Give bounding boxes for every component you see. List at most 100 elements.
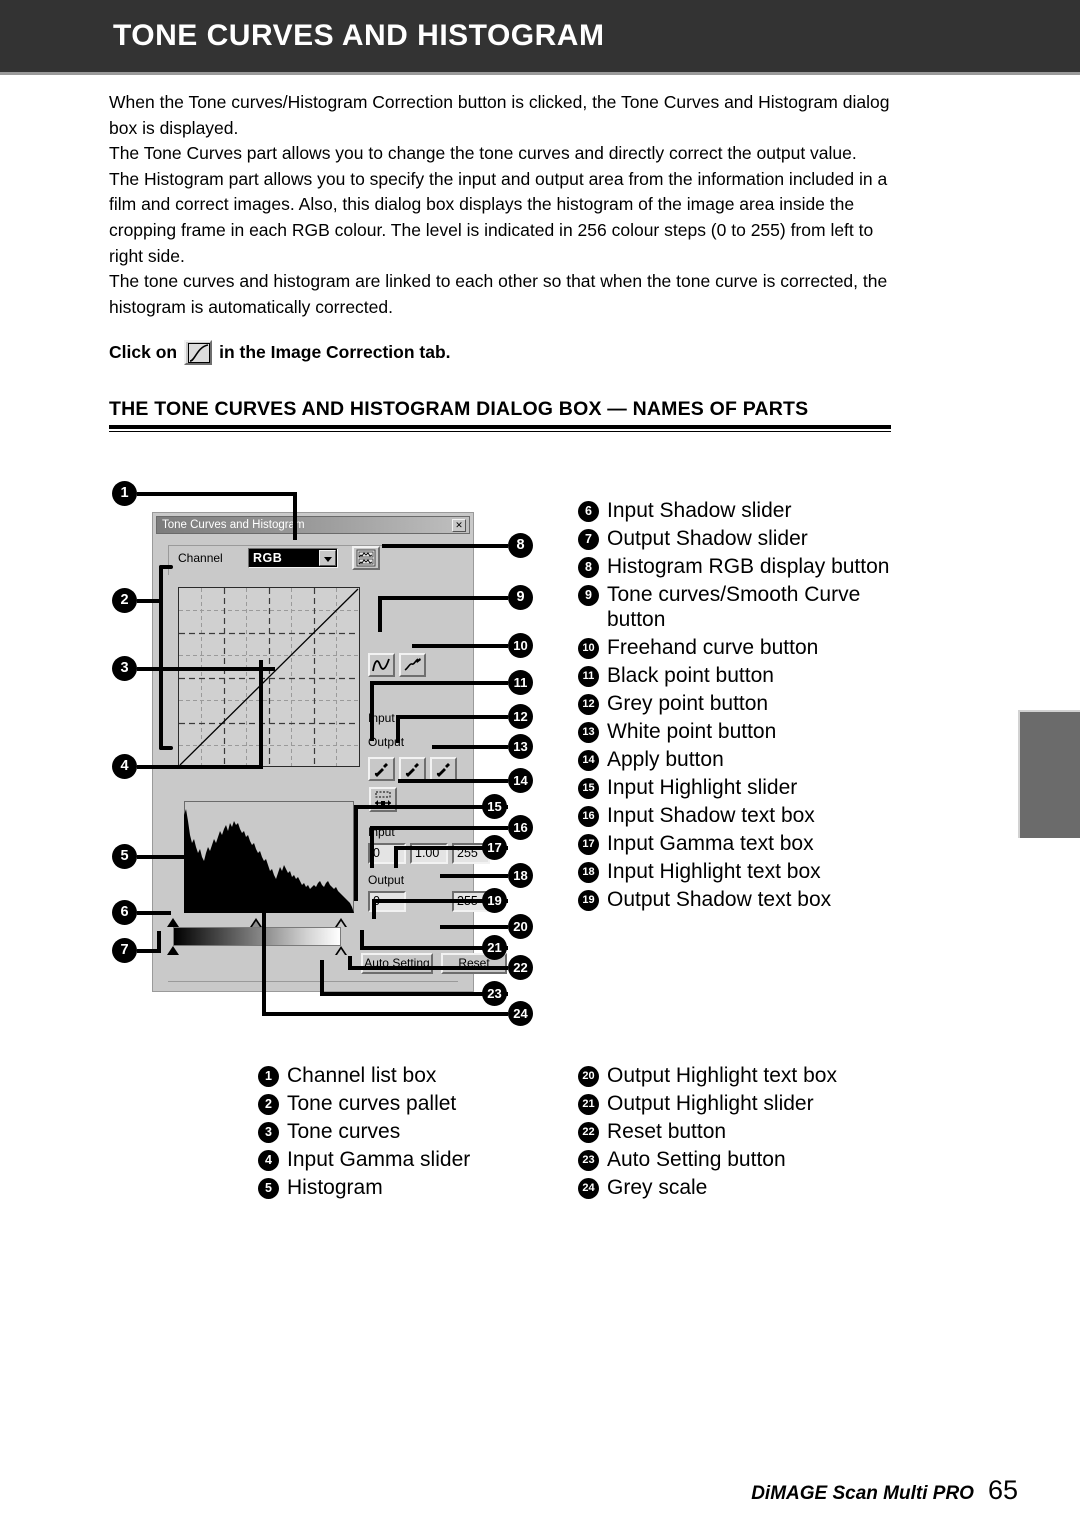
leader-line-16 xyxy=(370,826,508,830)
callout-badge-16: 16 xyxy=(508,815,533,840)
output-shadow-slider[interactable] xyxy=(167,946,179,955)
leader-line-24-vertical xyxy=(262,908,266,1014)
freehand-curve-button[interactable] xyxy=(399,653,426,677)
legend-number: 18 xyxy=(578,862,599,883)
close-icon[interactable]: ✕ xyxy=(452,519,466,532)
grey-point-button[interactable] xyxy=(399,757,426,781)
leader-bracket-2 xyxy=(159,565,163,750)
auto-setting-button[interactable]: Auto Setting xyxy=(361,953,433,974)
callout-badge-21: 21 xyxy=(482,935,507,960)
page-title: TONE CURVES AND HISTOGRAM xyxy=(113,19,605,52)
input-highlight-slider[interactable] xyxy=(335,918,347,927)
list-item: 15 Input Highlight slider xyxy=(578,775,908,800)
legend-number: 24 xyxy=(578,1178,599,1199)
legend-label: Input Shadow text box xyxy=(607,804,815,827)
leader-line-12 xyxy=(396,715,508,719)
intro-text: When the Tone curves/Histogram Correctio… xyxy=(109,90,899,320)
list-item: 7 Output Shadow slider xyxy=(578,526,908,551)
intro-paragraph-3: The Histogram part allows you to specify… xyxy=(109,168,888,266)
leader-line-23 xyxy=(320,992,508,996)
legend-number: 12 xyxy=(578,694,599,715)
legend-label: Input Gamma text box xyxy=(607,832,814,855)
leader-line-1-vertical xyxy=(293,492,297,540)
dialog-titlebar: Tone Curves and Histogram ✕ xyxy=(156,516,470,534)
list-item: 18 Input Highlight text box xyxy=(578,859,908,884)
list-item: 12 Grey point button xyxy=(578,691,908,716)
list-item: 22 Reset button xyxy=(578,1119,908,1144)
click-instruction: Click on in the Image Correction tab. xyxy=(109,340,451,365)
black-point-button[interactable] xyxy=(368,757,395,781)
callout-badge-3: 3 xyxy=(112,656,137,681)
tone-curve-icon xyxy=(184,340,213,365)
leader-line-22-vertical xyxy=(348,956,352,970)
list-item: 14 Apply button xyxy=(578,747,908,772)
callout-badge-17: 17 xyxy=(482,835,507,860)
leader-line-4-vertical xyxy=(259,660,263,766)
legend-number: 13 xyxy=(578,722,599,743)
list-item: 6 Input Shadow slider xyxy=(578,498,908,523)
leader-line-20 xyxy=(440,925,508,929)
list-item: 17 Input Gamma text box xyxy=(578,831,908,856)
list-item: 24 Grey scale xyxy=(578,1175,908,1200)
leader-line-19-vertical xyxy=(372,899,376,919)
callout-badge-10: 10 xyxy=(508,633,533,658)
callout-badge-19: 19 xyxy=(482,888,507,913)
input-gamma-slider[interactable] xyxy=(250,918,262,927)
legend-label: Output Highlight slider xyxy=(607,1092,814,1115)
output-highlight-slider[interactable] xyxy=(335,946,347,955)
tone-curves-smooth-curve-button[interactable] xyxy=(368,653,395,677)
legend-label: Channel list box xyxy=(287,1064,437,1087)
leader-line-18 xyxy=(440,874,508,878)
legend-list-right: 6 Input Shadow slider 7 Output Shadow slid… xyxy=(578,498,908,915)
intro-paragraph-4: The tone curves and histogram are linked… xyxy=(109,271,888,317)
legend-number: 3 xyxy=(258,1122,279,1143)
callout-badge-14: 14 xyxy=(508,768,533,793)
callout-badge-18: 18 xyxy=(508,863,533,888)
list-item: 20 Output Highlight text box xyxy=(578,1063,908,1088)
white-point-button[interactable] xyxy=(430,757,457,781)
leader-line-5 xyxy=(137,855,185,859)
leader-line-8 xyxy=(382,544,508,548)
list-item: 11 Black point button xyxy=(578,663,908,688)
legend-label: Reset button xyxy=(607,1120,727,1143)
legend-label: Input Highlight slider xyxy=(607,776,798,799)
legend-list-bottom-left: 1 Channel list box 2 Tone curves pallet 3T… xyxy=(258,1063,558,1203)
chevron-down-icon[interactable] xyxy=(319,550,336,566)
legend-label: Grey scale xyxy=(607,1176,708,1199)
leader-line-4 xyxy=(137,765,263,769)
leader-bracket-2-bottom xyxy=(159,746,173,750)
histogram-plot xyxy=(184,809,354,913)
list-item: 10 Freehand curve button xyxy=(578,635,908,660)
leader-line-12-vertical xyxy=(396,715,400,743)
channel-list-box[interactable]: RGB xyxy=(248,548,338,568)
leader-line-11-vertical xyxy=(370,681,374,741)
callout-badge-1: 1 xyxy=(112,481,137,506)
list-item: 9 Tone curves/Smooth Curve button xyxy=(578,582,908,632)
legend-number: 15 xyxy=(578,778,599,799)
leader-line-13 xyxy=(432,745,508,749)
legend-label: Auto Setting button xyxy=(607,1148,786,1171)
legend-number: 7 xyxy=(578,529,599,550)
input-shadow-slider[interactable] xyxy=(167,918,179,927)
list-item: 16 Input Shadow text box xyxy=(578,803,908,828)
histogram-rgb-display-button[interactable] xyxy=(352,546,380,570)
callout-badge-12: 12 xyxy=(508,704,533,729)
tone-curves-pallet[interactable] xyxy=(178,587,360,767)
dialog-body: Channel RGB Input Output Input Output 0 … xyxy=(156,535,507,989)
margin-chapter-tab xyxy=(1018,710,1080,838)
legend-number: 1 xyxy=(258,1066,279,1087)
section-heading: THE TONE CURVES AND HISTOGRAM DIALOG BOX… xyxy=(109,398,809,420)
leader-line-14 xyxy=(398,779,508,783)
legend-label: Output Highlight text box xyxy=(607,1064,837,1087)
legend-number: 10 xyxy=(578,638,599,659)
legend-number: 21 xyxy=(578,1094,599,1115)
list-item: 1 Channel list box xyxy=(258,1063,558,1088)
list-item: 21 Output Highlight slider xyxy=(578,1091,908,1116)
callout-badge-20: 20 xyxy=(508,914,533,939)
section-heading-rule xyxy=(109,425,891,429)
grey-scale xyxy=(173,927,341,946)
callout-badge-15: 15 xyxy=(482,794,507,819)
leader-line-21-vertical xyxy=(360,930,364,950)
legend-number: 9 xyxy=(578,585,599,606)
legend-label: Black point button xyxy=(607,664,774,687)
